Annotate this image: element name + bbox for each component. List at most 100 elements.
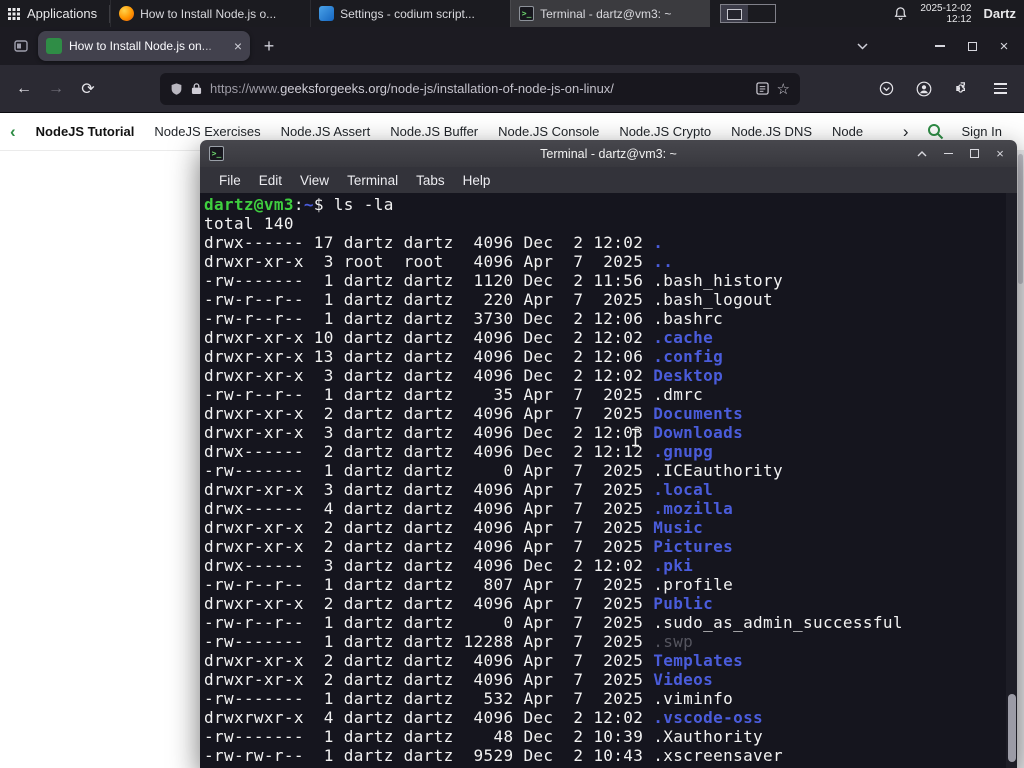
listing-row: drwx------ 3 dartz dartz 4096 Dec 2 12:0… <box>204 556 1003 575</box>
listing-row: -rw-r--r-- 1 dartz dartz 0 Apr 7 2025 .s… <box>204 613 1003 632</box>
listing-meta: drwxr-xr-x 2 dartz dartz 4096 Apr 7 2025 <box>204 537 654 556</box>
taskbar-window-list: How to Install Node.js o... Settings - c… <box>110 0 711 27</box>
terminal-menu-item[interactable]: Edit <box>250 171 291 190</box>
clock-date: 2025-12-02 <box>920 2 972 14</box>
listing-meta: -rw------- 1 dartz dartz 1120 Dec 2 11:5… <box>204 271 654 290</box>
workspace-1[interactable] <box>721 5 749 22</box>
listing-meta: drwxr-xr-x 13 dartz dartz 4096 Dec 2 12:… <box>204 347 654 366</box>
listing-meta: -rw-r--r-- 1 dartz dartz 807 Apr 7 2025 <box>204 575 654 594</box>
window-restore-button[interactable] <box>956 32 988 60</box>
panel-user-label[interactable]: Dartz <box>983 6 1016 21</box>
tab-close-icon[interactable]: × <box>234 39 242 53</box>
window-minimize-button[interactable] <box>924 32 956 60</box>
reload-button[interactable]: ⟳ <box>72 73 104 105</box>
listing-filename: Public <box>653 594 714 613</box>
reader-mode-icon[interactable] <box>755 82 769 95</box>
panel-clock[interactable]: 2025-12-02 12:12 <box>920 3 971 25</box>
terminal-scrollbar-thumb[interactable] <box>1008 694 1016 762</box>
site-nav-link[interactable]: NodeJS Exercises <box>154 124 260 139</box>
listing-row: drwxr-xr-x 2 dartz dartz 4096 Apr 7 2025… <box>204 670 1003 689</box>
list-all-tabs-icon[interactable] <box>848 32 876 60</box>
terminal-menu-item[interactable]: Terminal <box>338 171 407 190</box>
listing-meta: drwxr-xr-x 2 dartz dartz 4096 Apr 7 2025 <box>204 594 654 613</box>
prompt-path: ~ <box>303 195 314 214</box>
terminal-close-button[interactable]: × <box>992 146 1008 162</box>
pocket-icon[interactable] <box>870 73 902 105</box>
site-nav-link[interactable]: Node.JS Console <box>498 124 599 139</box>
nav-scroll-left-icon[interactable]: ‹ <box>10 123 16 140</box>
workspace-2[interactable] <box>748 5 775 22</box>
listing-filename: .viminfo <box>653 689 734 708</box>
browser-scrollbar[interactable] <box>1017 151 1024 768</box>
listing-meta: drwxr-xr-x 2 dartz dartz 4096 Apr 7 2025 <box>204 518 654 537</box>
listing-meta: drwx------ 4 dartz dartz 4096 Apr 7 2025 <box>204 499 654 518</box>
listing-meta: drwxr-xr-x 2 dartz dartz 4096 Apr 7 2025 <box>204 670 654 689</box>
site-nav-link[interactable]: Node.JS DNS <box>731 124 812 139</box>
listing-row: drwxr-xr-x 13 dartz dartz 4096 Dec 2 12:… <box>204 347 1003 366</box>
bookmark-star-icon[interactable]: ☆ <box>777 80 790 98</box>
menu-hamburger-icon[interactable] <box>984 73 1016 105</box>
site-nav-link[interactable]: Node.JS Assert <box>281 124 371 139</box>
listing-filename: .sudo_as_admin_successful <box>653 613 903 632</box>
site-search-icon[interactable] <box>927 123 944 140</box>
listing-row: -rw-r--r-- 1 dartz dartz 807 Apr 7 2025 … <box>204 575 1003 594</box>
listing-filename: Videos <box>653 670 714 689</box>
firefox-view-button[interactable] <box>8 33 34 59</box>
terminal-maximize-button[interactable] <box>966 146 982 162</box>
terminal-minimize-button[interactable] <box>940 146 956 162</box>
window-close-button[interactable]: × <box>988 32 1020 60</box>
terminal-menu-item[interactable]: Tabs <box>407 171 454 190</box>
clock-time: 12:12 <box>946 13 972 25</box>
listing-meta: drwxrwxr-x 4 dartz dartz 4096 Dec 2 12:0… <box>204 708 654 727</box>
extensions-icon[interactable] <box>946 73 978 105</box>
terminal-title: Terminal - dartz@vm3: ~ <box>540 146 677 161</box>
site-nav-link[interactable]: Node <box>832 124 863 139</box>
lock-icon[interactable] <box>191 82 202 95</box>
listing-filename: Pictures <box>653 537 734 556</box>
listing-row: drwxr-xr-x 3 dartz dartz 4096 Dec 2 12:0… <box>204 423 1003 442</box>
listing-meta: -rw-r--r-- 1 dartz dartz 0 Apr 7 2025 <box>204 613 654 632</box>
sign-in-button[interactable]: Sign In <box>962 124 1002 139</box>
terminal-menu-item[interactable]: Help <box>454 171 500 190</box>
toolbar-right-icons <box>870 73 1016 105</box>
new-tab-button[interactable]: + <box>256 33 282 59</box>
url-bar[interactable]: https://www.geeksforgeeks.org/node-js/in… <box>160 72 800 105</box>
terminal-output-area[interactable]: dartz@vm3:~$ ls -la total 140 drwx------… <box>200 193 1017 768</box>
site-nav-link[interactable]: Node.JS Crypto <box>619 124 711 139</box>
taskbar-window-button[interactable]: Terminal - dartz@vm3: ~ <box>510 0 711 27</box>
applications-menu-button[interactable]: Applications <box>0 0 109 27</box>
nav-scroll-right-icon[interactable]: › <box>903 123 909 140</box>
tracking-protection-shield-icon[interactable] <box>170 82 183 96</box>
listing-row: drwxr-xr-x 10 dartz dartz 4096 Dec 2 12:… <box>204 328 1003 347</box>
taskbar-window-button[interactable]: How to Install Node.js o... <box>110 0 310 27</box>
listing-meta: -rw-r--r-- 1 dartz dartz 3730 Dec 2 12:0… <box>204 309 654 328</box>
listing-row: -rw------- 1 dartz dartz 532 Apr 7 2025 … <box>204 689 1003 708</box>
site-nav-link[interactable]: NodeJS Tutorial <box>36 124 135 139</box>
listing-filename: Documents <box>653 404 744 423</box>
listing-meta: -rw------- 1 dartz dartz 0 Apr 7 2025 <box>204 461 654 480</box>
mouse-ibeam-cursor <box>630 428 641 452</box>
back-button[interactable]: ← <box>8 73 40 105</box>
terminal-scrollbar[interactable] <box>1006 193 1017 768</box>
site-nav-scroll: ‹ NodeJS Tutorial NodeJS Exercises Node.JS… <box>10 123 895 140</box>
site-nav-link[interactable]: Node.JS Buffer <box>390 124 478 139</box>
taskbar-window-button[interactable]: Settings - codium script... <box>310 0 510 27</box>
workspace-switcher[interactable] <box>720 4 777 23</box>
browser-tab[interactable]: How to Install Node.js on... × <box>38 31 250 61</box>
listing-filename: .local <box>653 480 714 499</box>
account-icon[interactable] <box>908 73 940 105</box>
listing-meta: -rw------- 1 dartz dartz 532 Apr 7 2025 <box>204 689 654 708</box>
forward-button[interactable]: → <box>40 73 72 105</box>
terminal-titlebar[interactable]: Terminal - dartz@vm3: ~ × <box>200 140 1017 167</box>
listing-row: -rw-r--r-- 1 dartz dartz 35 Apr 7 2025 .… <box>204 385 1003 404</box>
terminal-app-icon <box>209 146 224 161</box>
listing-meta: drwx------ 2 dartz dartz 4096 Dec 2 12:1… <box>204 442 654 461</box>
terminal-menu-item[interactable]: File <box>210 171 250 190</box>
window-icon <box>519 6 535 21</box>
listing-filename: Downloads <box>653 423 744 442</box>
listing-meta: drwx------ 3 dartz dartz 4096 Dec 2 12:0… <box>204 556 654 575</box>
terminal-menu-item[interactable]: View <box>291 171 338 190</box>
terminal-rollup-icon[interactable] <box>914 146 930 162</box>
listing-row: drwx------ 17 dartz dartz 4096 Dec 2 12:… <box>204 233 1003 252</box>
notification-bell-icon[interactable] <box>893 6 908 21</box>
